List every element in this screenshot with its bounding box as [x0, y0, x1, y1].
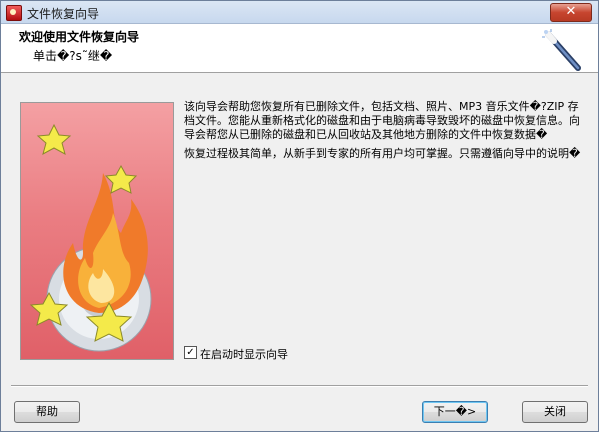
title-bar[interactable]: 文件恢复向导 ✕ — [1, 1, 598, 24]
wizard-header: 欢迎使用文件恢复向导 单击�?s˜继� — [1, 24, 598, 73]
wizard-window: 文件恢复向导 ✕ 欢迎使用文件恢复向导 单击�?s˜继� 该向导会帮助您恢复所有… — [0, 0, 599, 432]
header-title: 欢迎使用文件恢复向导 — [19, 30, 140, 44]
intro-paragraph: 该向导会帮助您恢复所有已删除文件，包括文档、照片、MP3 音乐文件�?ZIP 存… — [184, 100, 580, 141]
header-subtitle: 单击�?s˜继� — [33, 49, 113, 63]
app-recovery-icon — [6, 5, 22, 21]
magic-wand-icon — [542, 29, 581, 71]
window-title: 文件恢复向导 — [27, 7, 100, 21]
instructions-paragraph: 恢复过程极其简单，从新手到专家的所有用户均可掌握。只需遵循向导中的说明� — [184, 147, 581, 160]
side-illustration — [20, 102, 174, 360]
window-close-button[interactable]: ✕ — [550, 3, 592, 22]
next-button[interactable]: 下一�> — [422, 401, 488, 423]
show-on-startup-checkbox[interactable]: ✓ — [184, 346, 197, 359]
help-button[interactable]: 帮助 — [14, 401, 80, 423]
show-on-startup-label[interactable]: 在启动时显示向导 — [200, 346, 288, 362]
fire-disc-stars-icon — [29, 123, 152, 352]
close-button[interactable]: 关闭 — [522, 401, 588, 423]
button-separator — [11, 385, 588, 387]
